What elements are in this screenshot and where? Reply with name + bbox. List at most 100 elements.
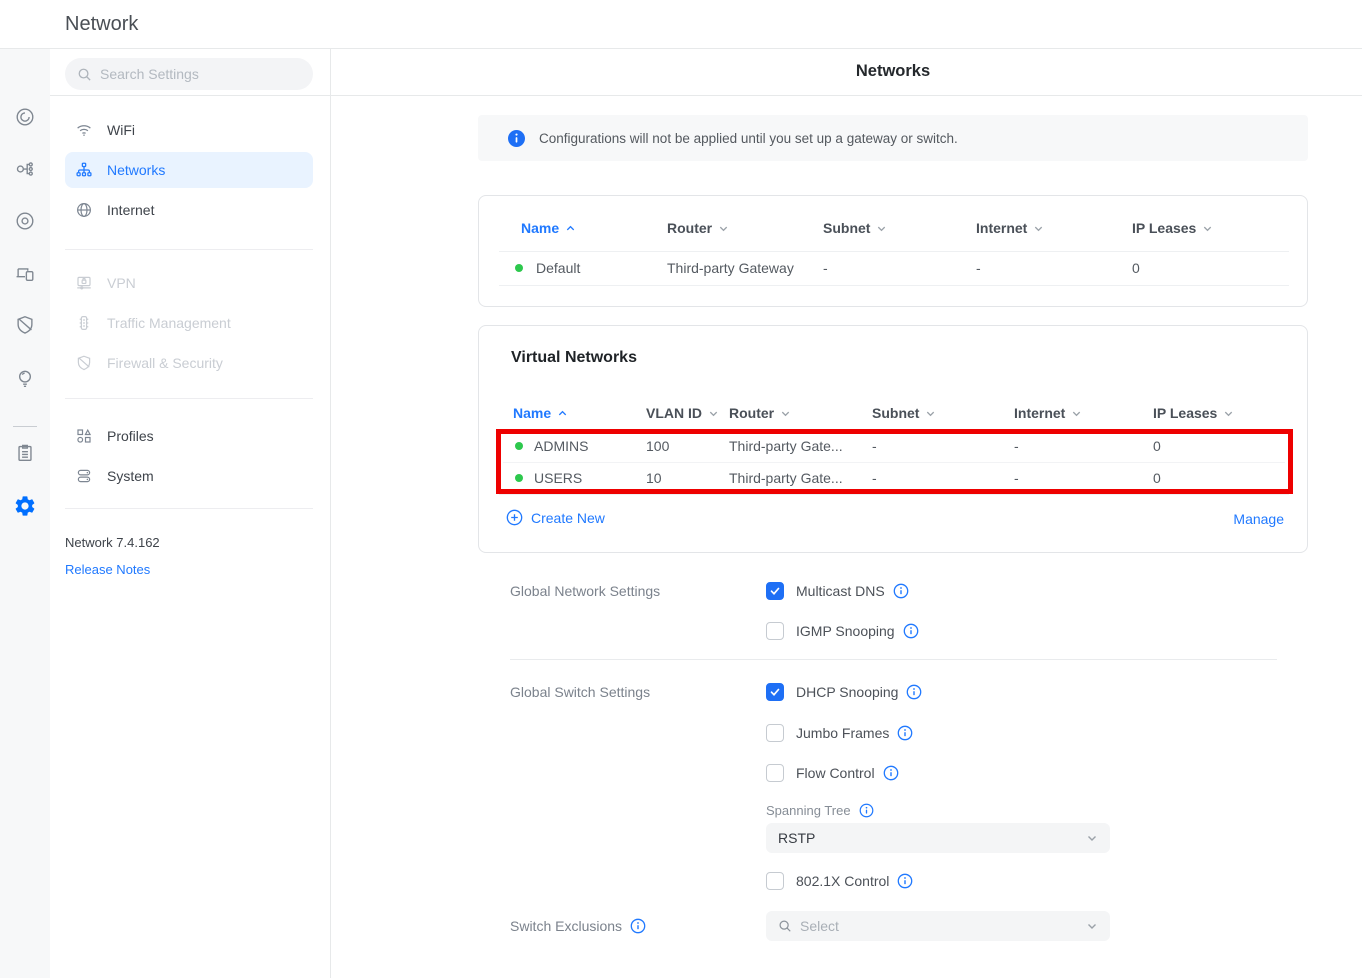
sidebar-item-label: Traffic Management [107, 315, 231, 331]
jumbo-frames-checkbox[interactable] [766, 724, 784, 742]
multicast-dns-checkbox[interactable] [766, 582, 784, 600]
release-notes-link[interactable]: Release Notes [65, 562, 150, 577]
sidebar-item-internet[interactable]: Internet [65, 192, 313, 228]
column-header-ip-leases[interactable]: IP Leases [1132, 220, 1213, 236]
chevron-down-icon [1086, 920, 1098, 932]
global-switch-settings-label: Global Switch Settings [510, 684, 650, 700]
column-header-ip-leases[interactable]: IP Leases [1153, 405, 1234, 421]
sidebar-item-vpn: VPN [65, 265, 313, 301]
info-filled-icon [508, 130, 525, 147]
column-header-vlan-id[interactable]: VLAN ID [646, 405, 719, 421]
info-icon[interactable] [883, 765, 899, 781]
sidebar-item-traffic-management: Traffic Management [65, 305, 313, 341]
column-label: IP Leases [1132, 220, 1196, 236]
column-header-subnet[interactable]: Subnet [872, 405, 936, 421]
profiles-icon [75, 427, 93, 445]
column-header-internet[interactable]: Internet [976, 220, 1044, 236]
sidebar-divider [65, 249, 313, 250]
flow-control-checkbox[interactable] [766, 764, 784, 782]
status-dot-online [515, 264, 523, 272]
sidebar-item-system[interactable]: System [65, 458, 313, 494]
insights-bulb-icon[interactable] [0, 365, 50, 391]
cell-subnet: - [872, 470, 877, 486]
info-icon[interactable] [893, 583, 909, 599]
clients-icon[interactable] [0, 260, 50, 286]
checkbox-label: Multicast DNS [796, 583, 885, 599]
dot1x-control-checkbox[interactable] [766, 872, 784, 890]
system-log-icon[interactable] [0, 440, 50, 466]
dhcp-snooping-option: DHCP Snooping [766, 682, 922, 702]
table-line [499, 285, 1289, 286]
sidebar-item-networks[interactable]: Networks [65, 152, 313, 188]
sidebar-item-profiles[interactable]: Profiles [65, 418, 313, 454]
security-shield-icon[interactable] [0, 312, 50, 338]
search-input[interactable]: Search Settings [65, 58, 313, 90]
column-header-name[interactable]: Name [521, 220, 576, 236]
system-icon [75, 467, 93, 485]
info-icon[interactable] [630, 918, 646, 934]
info-icon[interactable] [897, 725, 913, 741]
cell-vlan-id: 100 [646, 438, 669, 454]
column-label: IP Leases [1153, 405, 1217, 421]
banner-text: Configurations will not be applied until… [539, 131, 958, 146]
info-icon[interactable] [897, 873, 913, 889]
dhcp-snooping-checkbox[interactable] [766, 683, 784, 701]
create-new-button[interactable]: Create New [506, 509, 605, 526]
sort-chevron-icon [1223, 408, 1234, 419]
cell-subnet: - [823, 260, 828, 276]
cell-name: USERS [534, 470, 582, 486]
column-header-router[interactable]: Router [667, 220, 729, 236]
version-label: Network 7.4.162 [65, 535, 160, 550]
sidebar-item-firewall-security: Firewall & Security [65, 345, 313, 381]
dashboard-icon[interactable] [0, 104, 50, 130]
sidebar-item-label: Profiles [107, 428, 154, 444]
sidebar-item-label: WiFi [107, 122, 135, 138]
devices-icon[interactable] [0, 208, 50, 234]
column-label: Subnet [872, 405, 919, 421]
cell-router: Third-party Gate... [729, 438, 843, 454]
wifi-icon [75, 121, 93, 139]
switch-exclusions-placeholder: Select [800, 918, 839, 934]
igmp-snooping-option: IGMP Snooping [766, 621, 919, 641]
switch-exclusions-label-row: Switch Exclusions [510, 918, 646, 934]
settings-gear-icon[interactable] [0, 493, 50, 519]
switch-exclusions-label: Switch Exclusions [510, 918, 622, 934]
rail-divider [13, 426, 37, 427]
column-header-internet[interactable]: Internet [1014, 405, 1082, 421]
info-icon[interactable] [903, 623, 919, 639]
spanning-tree-label-row: Spanning Tree [766, 803, 874, 818]
sort-chevron-icon [1033, 223, 1044, 234]
flow-control-option: Flow Control [766, 763, 899, 783]
top-bar [0, 0, 1362, 49]
info-banner: Configurations will not be applied until… [478, 115, 1308, 161]
global-network-settings-label: Global Network Settings [510, 583, 660, 599]
spanning-tree-select[interactable]: RSTP [766, 823, 1110, 853]
create-new-label: Create New [531, 510, 605, 526]
igmp-snooping-checkbox[interactable] [766, 622, 784, 640]
switch-exclusions-select[interactable]: Select [766, 911, 1110, 941]
column-header-router[interactable]: Router [729, 405, 791, 421]
column-label: Router [729, 405, 774, 421]
vpn-icon [75, 274, 93, 292]
info-icon[interactable] [859, 803, 874, 818]
status-dot-online [515, 474, 523, 482]
column-header-name[interactable]: Name [513, 405, 568, 421]
sort-chevron-icon [780, 408, 791, 419]
column-label: Subnet [823, 220, 870, 236]
cell-subnet: - [872, 438, 877, 454]
plus-circle-icon [506, 509, 523, 526]
info-icon[interactable] [906, 684, 922, 700]
column-label: Name [521, 220, 559, 236]
sort-chevron-icon [925, 408, 936, 419]
checkbox-label: Flow Control [796, 765, 875, 781]
table-line [499, 430, 1289, 431]
sidebar-item-label: Firewall & Security [107, 355, 223, 371]
manage-link[interactable]: Manage [1233, 511, 1284, 527]
search-icon [778, 919, 792, 933]
topology-icon[interactable] [0, 156, 50, 182]
cell-router: Third-party Gate... [729, 470, 843, 486]
column-header-subnet[interactable]: Subnet [823, 220, 887, 236]
sidebar-item-wifi[interactable]: WiFi [65, 112, 313, 148]
checkbox-label: Jumbo Frames [796, 725, 889, 741]
networks-icon [75, 161, 93, 179]
